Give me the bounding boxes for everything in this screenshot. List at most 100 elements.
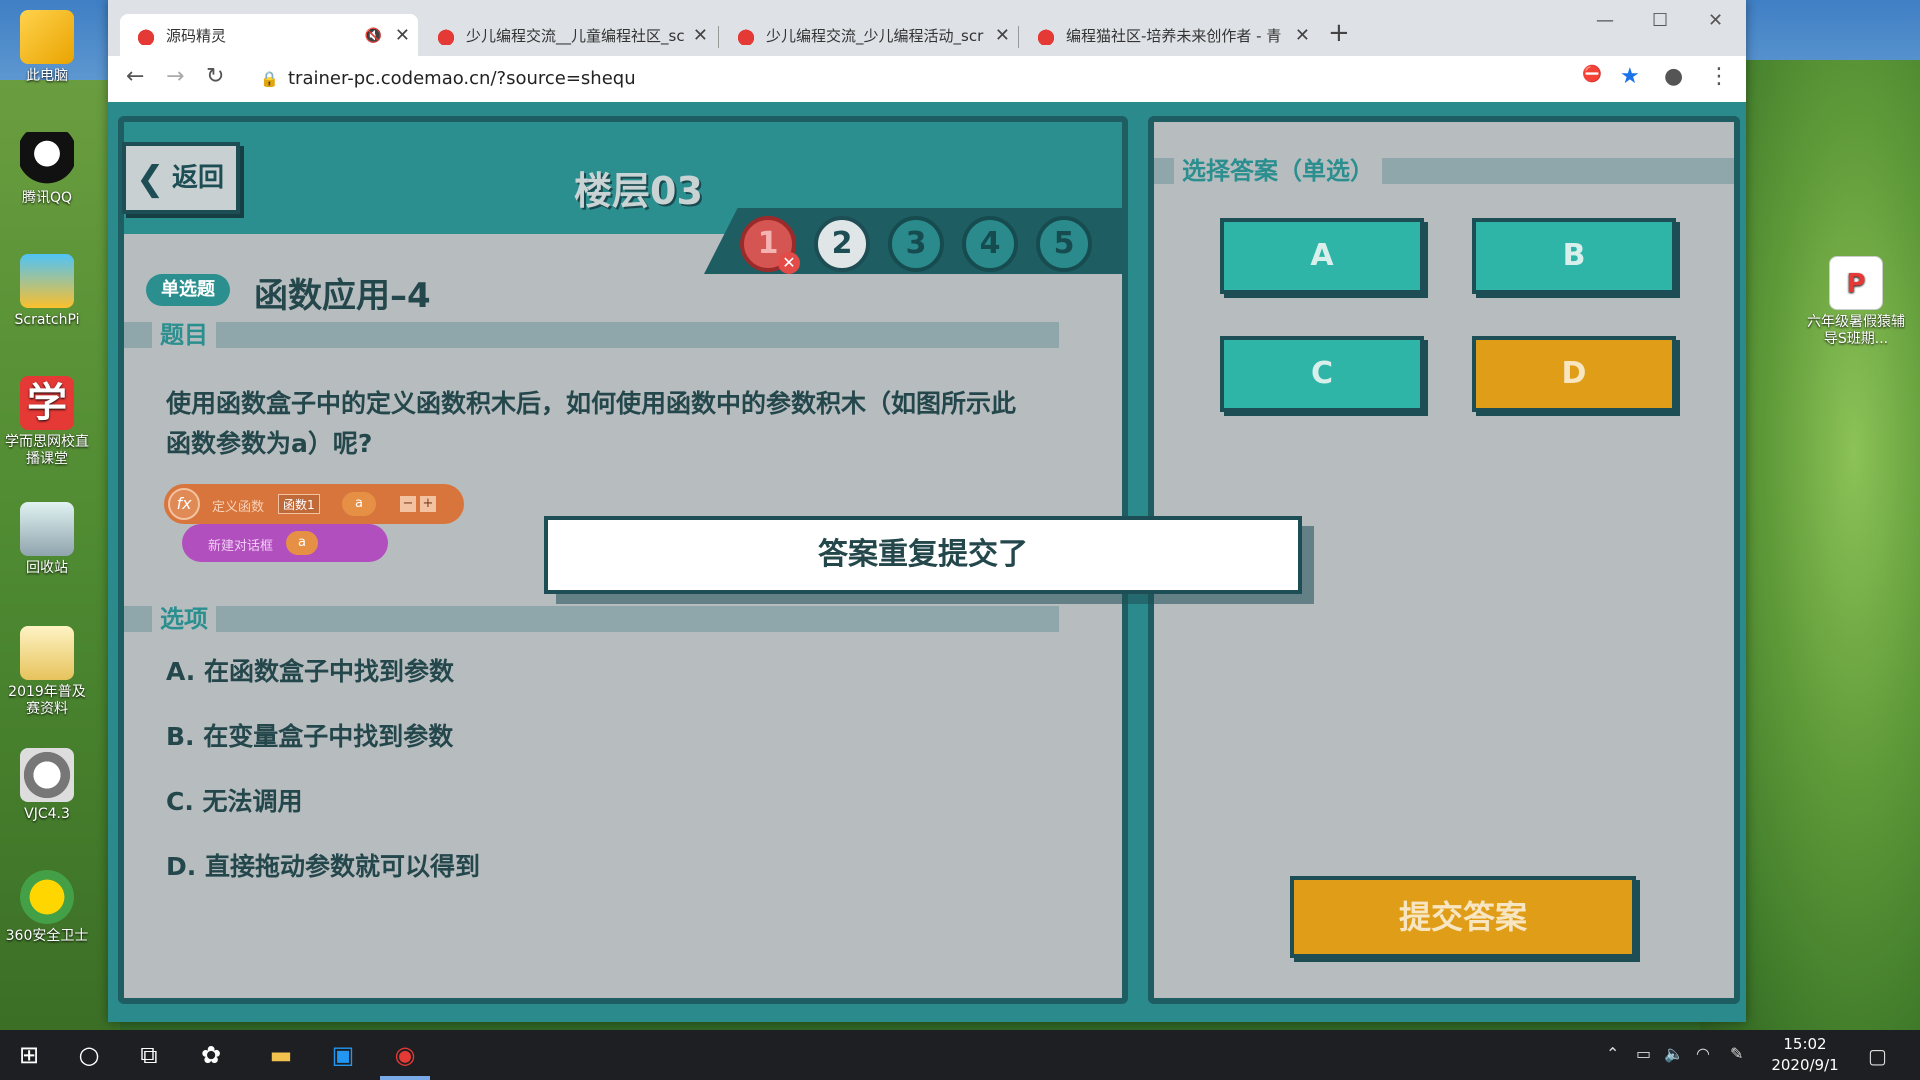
desktop-icon-vjc[interactable]: VJC4.3 <box>2 748 92 823</box>
tab-3[interactable]: 少儿编程交流_少儿编程活动_scr ✕ <box>720 14 1018 58</box>
floor-title: 楼层03 <box>574 169 703 213</box>
codemao-favicon-icon <box>436 27 456 45</box>
close-window-icon[interactable]: ✕ <box>1708 10 1723 31</box>
new-tab-button[interactable]: + <box>1328 18 1350 48</box>
new-dialog-block: 新建对话框 a <box>182 524 388 562</box>
close-tab-icon[interactable]: ✕ <box>1295 14 1310 58</box>
desktop-icon-xueersi[interactable]: 学 学而思网校直播课堂 <box>2 376 92 468</box>
tray-expand-icon[interactable]: ⌃ <box>1606 1044 1619 1063</box>
desktop-icon-folder[interactable]: 2019年普及赛资料 <box>2 626 92 718</box>
codemao-favicon-icon <box>136 27 156 45</box>
param-slot: a <box>286 531 318 555</box>
step-1[interactable]: 1 ✕ <box>740 216 800 274</box>
step-number: 5 <box>1053 226 1075 261</box>
desktop-icon-360[interactable]: 360安全卫士 <box>2 870 92 945</box>
desktop-icon-label: 360安全卫士 <box>5 928 89 944</box>
bookmark-star-icon[interactable]: ★ <box>1620 64 1640 89</box>
desktop-icon-this-pc[interactable]: 此电脑 <box>2 10 92 85</box>
answer-button-d[interactable]: D <box>1472 336 1676 412</box>
clock-time: 15:02 <box>1783 1035 1827 1053</box>
minus-icon: − <box>400 496 416 512</box>
duplicate-submit-toast: 答案重复提交了 <box>544 516 1302 594</box>
answer-button-a[interactable]: A <box>1220 218 1424 294</box>
desktop-icon-label: 2019年普及赛资料 <box>8 684 86 717</box>
step-2[interactable]: 2 <box>814 216 870 272</box>
pdf-icon: P <box>1829 256 1883 310</box>
codemao-favicon-icon <box>736 27 756 45</box>
answer-button-c[interactable]: C <box>1220 336 1424 412</box>
define-function-block: fx 定义函数 函数1 a − + <box>164 484 464 524</box>
file-explorer-icon[interactable]: ▬ <box>266 1040 296 1070</box>
answer-heading-bar: 选择答案（单选） <box>1154 158 1734 184</box>
desktop-icon-pdf[interactable]: P 六年级暑假猿辅导S班期... <box>1806 256 1906 348</box>
option-a: A. 在函数盒子中找到参数 <box>166 657 455 686</box>
desktop-icon-label: 回收站 <box>26 560 68 576</box>
search-icon[interactable]: ○ <box>74 1040 104 1070</box>
desktop-icon-scratchpi[interactable]: ScratchPi <box>2 254 92 329</box>
codemao-favicon-icon <box>1036 27 1056 45</box>
step-number: 1 <box>757 226 779 261</box>
wifi-icon[interactable]: ◠ <box>1696 1044 1710 1063</box>
question-text: 使用函数盒子中的定义函数积木后，如何使用函数中的参数积木（如图所示此函数参数为a… <box>166 389 1017 458</box>
option-c: C. 无法调用 <box>166 787 303 816</box>
back-arrow-icon[interactable]: ← <box>126 64 144 89</box>
pen-icon[interactable]: ✎ <box>1730 1044 1743 1063</box>
step-number: 2 <box>831 226 853 261</box>
section-question-label: 题目 <box>152 322 216 348</box>
tab-2[interactable]: 少儿编程交流__儿童编程社区_sc ✕ <box>420 14 716 58</box>
wrong-mark-icon: ✕ <box>778 252 800 274</box>
url-field[interactable]: 🔒 trainer-pc.codemao.cn/?source=shequ <box>248 62 1588 96</box>
submit-answer-button[interactable]: 提交答案 <box>1290 876 1636 958</box>
task-view-icon[interactable]: ⧉ <box>134 1040 164 1070</box>
volume-icon[interactable]: 🔈 <box>1664 1044 1684 1063</box>
option-d: D. 直接拖动参数就可以得到 <box>166 852 480 881</box>
blocked-popup-icon[interactable]: ⛔ <box>1582 64 1602 83</box>
close-tab-icon[interactable]: ✕ <box>995 14 1010 58</box>
chrome-icon[interactable]: ◉ <box>390 1040 420 1070</box>
tab-4[interactable]: 编程猫社区-培养未来创作者 - 青 ✕ <box>1020 14 1318 58</box>
profile-icon[interactable]: ● <box>1664 64 1683 89</box>
folder-icon <box>20 626 74 680</box>
maximize-icon[interactable]: ☐ <box>1652 10 1668 31</box>
step-4[interactable]: 4 <box>962 216 1018 272</box>
section-options-label: 选项 <box>152 606 216 632</box>
clock[interactable]: 15:02 2020/9/1 <box>1770 1034 1840 1076</box>
quiz-page: ❮ 返回 楼层03 1 ✕ 2 3 4 5 单选题 函数应用–4 题目 使用函数… <box>108 102 1746 1022</box>
lock-icon: 🔒 <box>260 70 279 88</box>
step-5[interactable]: 5 <box>1036 216 1092 272</box>
store-icon[interactable]: ▣ <box>328 1040 358 1070</box>
computer-icon <box>20 10 74 64</box>
mute-icon[interactable]: 🔇 <box>365 14 382 58</box>
address-bar: ← → ↻ 🔒 trainer-pc.codemao.cn/?source=sh… <box>108 56 1746 102</box>
pinwheel-app-icon[interactable]: ✿ <box>196 1040 226 1070</box>
question-type-badge: 单选题 <box>146 274 230 306</box>
back-button[interactable]: ❮ 返回 <box>122 142 240 214</box>
notifications-icon[interactable]: ▢ <box>1868 1044 1887 1068</box>
desktop-icon-qq[interactable]: 腾讯QQ <box>2 132 92 207</box>
browser-window: 源码精灵 🔇 ✕ 少儿编程交流__儿童编程社区_sc ✕ 少儿编程交流_少儿编程… <box>108 0 1746 1022</box>
windows-start-icon[interactable]: ⊞ <box>14 1040 44 1070</box>
close-tab-icon[interactable]: ✕ <box>693 14 708 58</box>
clock-date: 2020/9/1 <box>1771 1056 1839 1074</box>
reload-icon[interactable]: ↻ <box>206 64 224 89</box>
answer-button-b[interactable]: B <box>1472 218 1676 294</box>
tab-title: 少儿编程交流_少儿编程活动_scr <box>766 27 984 45</box>
step-number: 4 <box>979 226 1001 261</box>
xueersi-icon: 学 <box>20 376 74 430</box>
minimize-icon[interactable]: — <box>1596 10 1614 31</box>
close-tab-icon[interactable]: ✕ <box>395 14 410 58</box>
step-3[interactable]: 3 <box>888 216 944 272</box>
menu-kebab-icon[interactable]: ⋮ <box>1708 64 1730 89</box>
step-indicator: 1 ✕ 2 3 4 5 <box>704 208 1124 274</box>
url-text: trainer-pc.codemao.cn/?source=shequ <box>288 68 636 89</box>
tab-title: 编程猫社区-培养未来创作者 - 青 <box>1066 27 1282 45</box>
function-name-field: 函数1 <box>278 494 320 514</box>
question-title: 函数应用–4 <box>254 276 431 316</box>
desktop-icon-recycle-bin[interactable]: 回收站 <box>2 502 92 577</box>
forward-arrow-icon[interactable]: → <box>166 64 184 89</box>
battery-icon[interactable]: ▭ <box>1636 1044 1651 1063</box>
desktop-icon-label: 此电脑 <box>26 68 68 84</box>
block-label: 定义函数 <box>212 500 265 515</box>
vjc-icon <box>20 748 74 802</box>
desktop-icon-label: 六年级暑假猿辅导S班期... <box>1807 314 1905 347</box>
